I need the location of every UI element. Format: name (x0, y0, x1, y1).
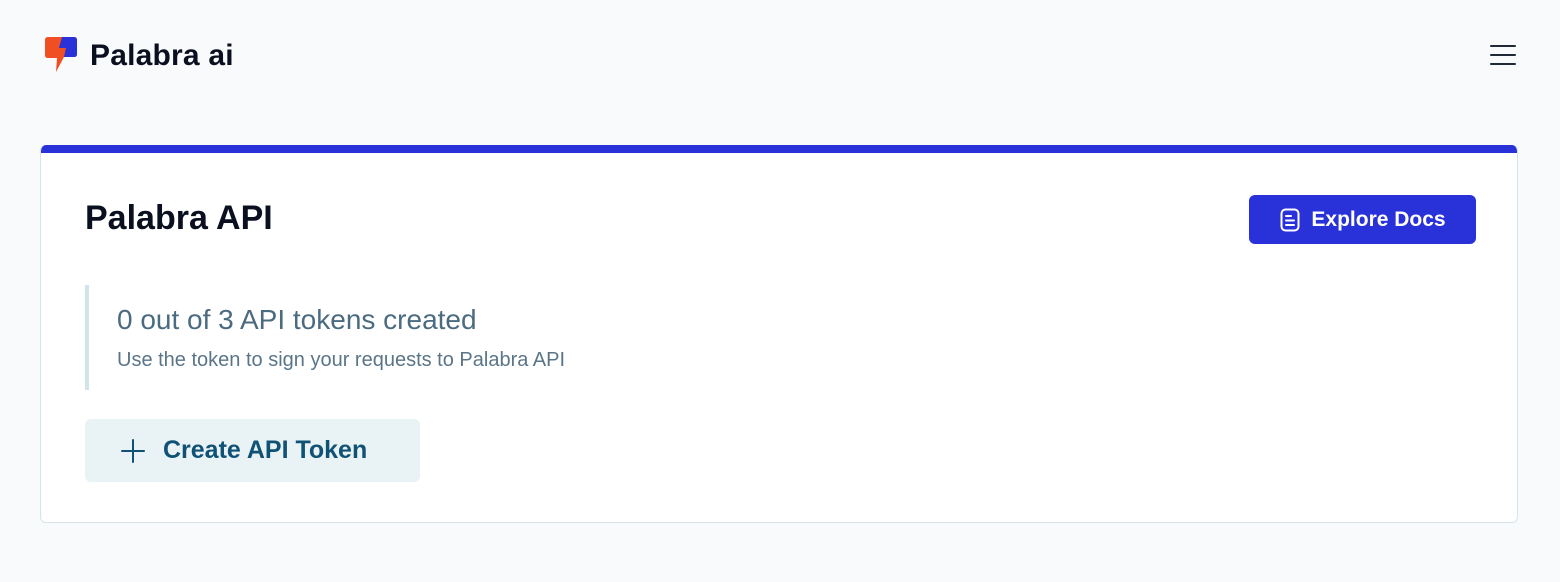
document-icon (1280, 208, 1300, 231)
top-bar: Palabra ai (0, 0, 1560, 110)
menu-line (1490, 63, 1516, 65)
token-count-summary: 0 out of 3 API tokens created (117, 304, 477, 335)
create-api-token-label: Create API Token (163, 436, 368, 464)
brand-name: Palabra ai (90, 39, 234, 72)
menu-line (1490, 45, 1516, 47)
create-api-token-button[interactable]: Create API Token (85, 419, 420, 482)
palabra-logo-icon (45, 37, 77, 72)
token-info: 0 out of 3 API tokens created Use the to… (85, 285, 565, 390)
explore-docs-label: Explore Docs (1311, 207, 1446, 231)
card-title: Palabra API (85, 199, 273, 237)
token-description: Use the token to sign your requests to P… (117, 349, 566, 371)
explore-docs-button[interactable]: Explore Docs (1249, 195, 1476, 244)
card-accent-bar (41, 145, 1517, 153)
brand[interactable]: Palabra ai (42, 34, 234, 78)
plus-icon (121, 438, 145, 463)
hamburger-menu-icon[interactable] (1488, 40, 1518, 70)
api-card: Palabra API Explore Docs 0 out of 3 API … (40, 145, 1518, 523)
menu-line (1490, 54, 1516, 56)
